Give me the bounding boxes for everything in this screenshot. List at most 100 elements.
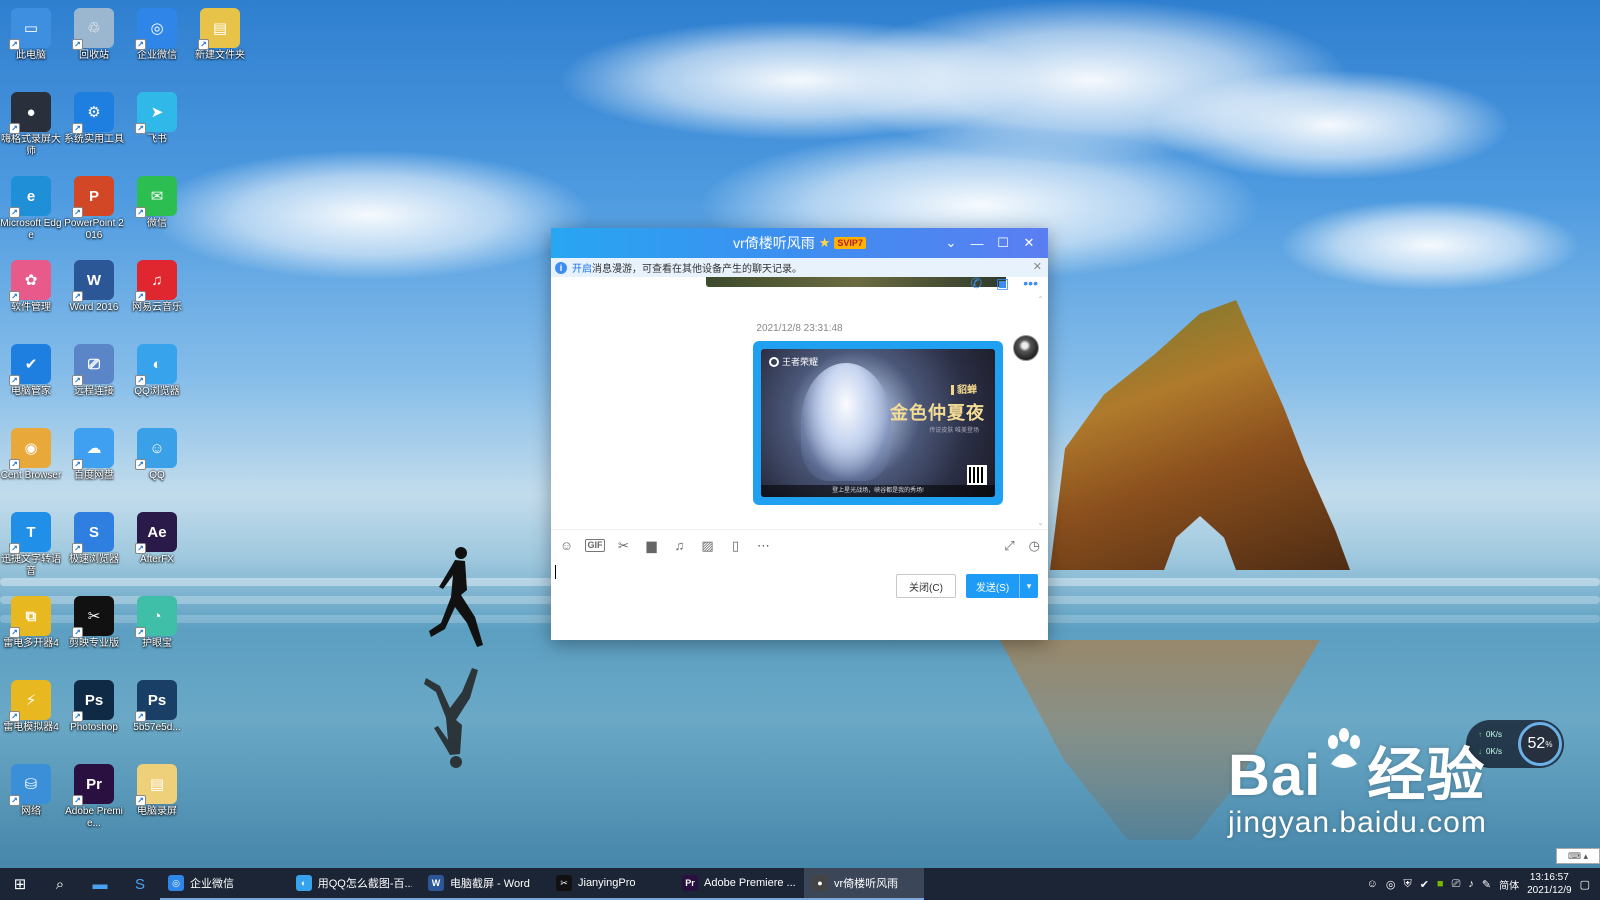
clock[interactable]: 13:16:57 2021/12/9	[1527, 871, 1572, 897]
emoji-icon[interactable]: ☺	[557, 538, 576, 553]
desktop-icon[interactable]: Pr ↗ Adobe Premie...	[63, 758, 125, 840]
video-call-icon[interactable]: ▣	[996, 277, 1009, 292]
desktop-icon[interactable]: ✉ ↗ 微信	[126, 170, 188, 252]
star-icon: ★	[818, 235, 831, 250]
desktop-icon[interactable]: ⛁ ↗ 网络	[0, 758, 62, 840]
desktop-icon[interactable]: ⚙ ↗ 系统实用工具	[63, 86, 125, 168]
desktop-icon[interactable]: S ↗ 极速浏览器	[63, 506, 125, 588]
screen-share-icon[interactable]: ▯	[726, 538, 745, 554]
shortcut-arrow-icon: ↗	[72, 375, 83, 386]
message-input[interactable]: 关闭(C) 发送(S) ▾	[551, 561, 1048, 608]
upload-speed-value: 0K/s	[1486, 730, 1503, 739]
desktop-icon[interactable]: P ↗ PowerPoint 2016	[63, 170, 125, 252]
jianying-icon: ✂	[556, 875, 572, 891]
input-method-icon[interactable]: ✎	[1482, 878, 1491, 891]
desktop-icon[interactable]: Ae ↗ AfterFX	[126, 506, 188, 588]
desktop-icon[interactable]: ✔ ↗ 电脑管家	[0, 338, 62, 420]
chevron-down-icon[interactable]: ⌄	[938, 235, 964, 251]
shortcut-arrow-icon: ↗	[72, 123, 83, 134]
maximize-button[interactable]: ☐	[990, 235, 1016, 251]
shortcut-arrow-icon: ↗	[72, 207, 83, 218]
more-tools-icon[interactable]: ⋯	[754, 538, 773, 554]
desktop-icon[interactable]: ⧉ ↗ 雷电多开器4	[0, 590, 62, 672]
history-clock-icon[interactable]: ◷	[1029, 538, 1040, 554]
shortcut-arrow-icon: ↗	[9, 627, 20, 638]
hero-figure	[801, 363, 891, 481]
close-notice-icon[interactable]: ✕	[1033, 260, 1042, 273]
more-icon[interactable]: •••	[1023, 277, 1038, 292]
previous-image-message[interactable]	[706, 277, 1006, 287]
minimize-button[interactable]: —	[964, 236, 990, 251]
desktop-icon[interactable]: W ↗ Word 2016	[63, 254, 125, 336]
desktop-icon[interactable]: ➤ ↗ 飞书	[126, 86, 188, 168]
desktop-icon[interactable]: ▤ ↗ 电脑录屏	[126, 758, 188, 840]
close-icon[interactable]: ✕	[1016, 235, 1042, 251]
avatar[interactable]	[1013, 335, 1039, 361]
wecom-tray-icon[interactable]: ◎	[1386, 878, 1396, 891]
send-options-chevron-icon[interactable]: ▾	[1020, 574, 1038, 598]
desktop-icon[interactable]: ☺ ↗ QQ	[126, 422, 188, 504]
shortcut-arrow-icon: ↗	[135, 375, 146, 386]
send-label[interactable]: 发送(S)	[966, 574, 1020, 598]
volume-icon[interactable]: ♪	[1468, 878, 1474, 890]
taskbar-app-button[interactable]: Pr Adobe Premiere ...	[674, 868, 804, 900]
taskbar-app-button[interactable]: ◎ 企业微信	[160, 868, 288, 900]
game-screenshot-image[interactable]: 王者荣耀 貂蝉 金色仲夏夜 传说皮肤 唯美登场 登上星光战场，峡谷都是我的秀场!	[761, 349, 995, 497]
desktop-icon-label: Word 2016	[69, 302, 119, 313]
search-icon[interactable]: ⌕	[40, 868, 80, 900]
scroll-up-arrow[interactable]: ⌃	[1037, 295, 1044, 304]
image-icon[interactable]: ▨	[698, 538, 717, 554]
taskbar-app-button[interactable]: W 电脑截屏 - Word	[420, 868, 548, 900]
scroll-down-arrow[interactable]: ⌄	[1037, 518, 1044, 527]
desktop-icon[interactable]: ⚡ ↗ 雷电模拟器4	[0, 674, 62, 756]
baidu-netdisk-icon: ☁ ↗	[72, 428, 114, 470]
windows-start-icon[interactable]: ⊞	[0, 868, 40, 900]
desktop-icon[interactable]: ◔ ↗ 护眼宝	[126, 590, 188, 672]
desktop-icon[interactable]: Ps ↗ 5b57e5d...	[126, 674, 188, 756]
enable-roaming-link[interactable]: 开启	[572, 260, 592, 275]
desktop-icon[interactable]: ✿ ↗ 软件管理	[0, 254, 62, 336]
desktop-icon[interactable]: ◎ ↗ 企业微信	[126, 2, 188, 84]
clock-date: 2021/12/9	[1527, 885, 1572, 896]
desktop-icon[interactable]: ♲ ↗ 回收站	[63, 2, 125, 84]
desktop-icon[interactable]: ▤ ↗ 新建文件夹	[189, 2, 251, 84]
shield-icon[interactable]: ⛨	[1403, 878, 1411, 891]
network-tray-icon[interactable]: ⎚	[1452, 878, 1461, 891]
taskbar-app-button[interactable]: ✂ JianyingPro	[548, 868, 674, 900]
message-history[interactable]: ✆ ▣ ••• ⌃ 2021/12/8 23:31:48 王者荣耀 貂蝉 金色仲…	[551, 277, 1048, 529]
tray-overflow-indicator[interactable]: ⌨ ▴	[1556, 848, 1600, 864]
qq-tray-icon[interactable]: ☺	[1367, 878, 1378, 890]
desktop-icon[interactable]: ◉ ↗ Cent Browser	[0, 422, 62, 504]
desktop-icon[interactable]: ⎚ ↗ 远程连接	[63, 338, 125, 420]
taskbar-app-button[interactable]: ● vr倚楼听风雨	[804, 868, 924, 900]
network-icon: ⛁ ↗	[9, 764, 51, 806]
notification-icon[interactable]: ▢	[1580, 878, 1590, 891]
taskbar-app-button[interactable]: ◐ 用QQ怎么截图-百...	[288, 868, 420, 900]
speed-browser-taskbar-icon[interactable]: S	[120, 868, 160, 900]
music-note-icon[interactable]: ♫	[670, 538, 689, 553]
folder-icon[interactable]: ▆	[642, 538, 661, 554]
task-view-icon[interactable]: ▬	[80, 868, 120, 900]
shortcut-arrow-icon: ↗	[9, 123, 20, 134]
desktop-icon[interactable]: Ps ↗ Photoshop	[63, 674, 125, 756]
send-button[interactable]: 发送(S) ▾	[966, 574, 1038, 598]
desktop-icon[interactable]: e ↗ Microsoft Edge	[0, 170, 62, 252]
voice-call-icon[interactable]: ✆	[970, 277, 982, 292]
desktop-icon[interactable]: ♫ ↗ 网易云音乐	[126, 254, 188, 336]
desktop-icon[interactable]: T ↗ 迅捷文字转语音	[0, 506, 62, 588]
nvidia-tray-icon[interactable]: ■	[1437, 878, 1444, 890]
desktop-icon[interactable]: ◐ ↗ QQ浏览器	[126, 338, 188, 420]
close-button[interactable]: 关闭(C)	[896, 574, 956, 598]
desktop-icon[interactable]: ✂ ↗ 剪映专业版	[63, 590, 125, 672]
gif-icon[interactable]: GIF	[585, 539, 605, 552]
desktop-icon[interactable]: ● ↗ 嗨格式录屏大师	[0, 86, 62, 168]
ime-indicator[interactable]: 简体	[1499, 877, 1519, 892]
security-tray-icon[interactable]: ✔	[1420, 878, 1429, 891]
desktop-icon[interactable]: ☁ ↗ 百度网盘	[63, 422, 125, 504]
scissors-icon[interactable]: ✂	[614, 538, 633, 554]
image-message-bubble[interactable]: 王者荣耀 貂蝉 金色仲夏夜 传说皮肤 唯美登场 登上星光战场，峡谷都是我的秀场!	[753, 341, 1003, 505]
desktop-icon[interactable]: ▭ ↗ 此电脑	[0, 2, 62, 84]
chat-title-bar[interactable]: vr倚楼听风雨 ★ SVIP7 ⌄ — ☐ ✕	[551, 228, 1048, 258]
expand-icon[interactable]: ⤢	[1004, 538, 1014, 554]
desktop-icon-label: 飞书	[147, 134, 167, 145]
